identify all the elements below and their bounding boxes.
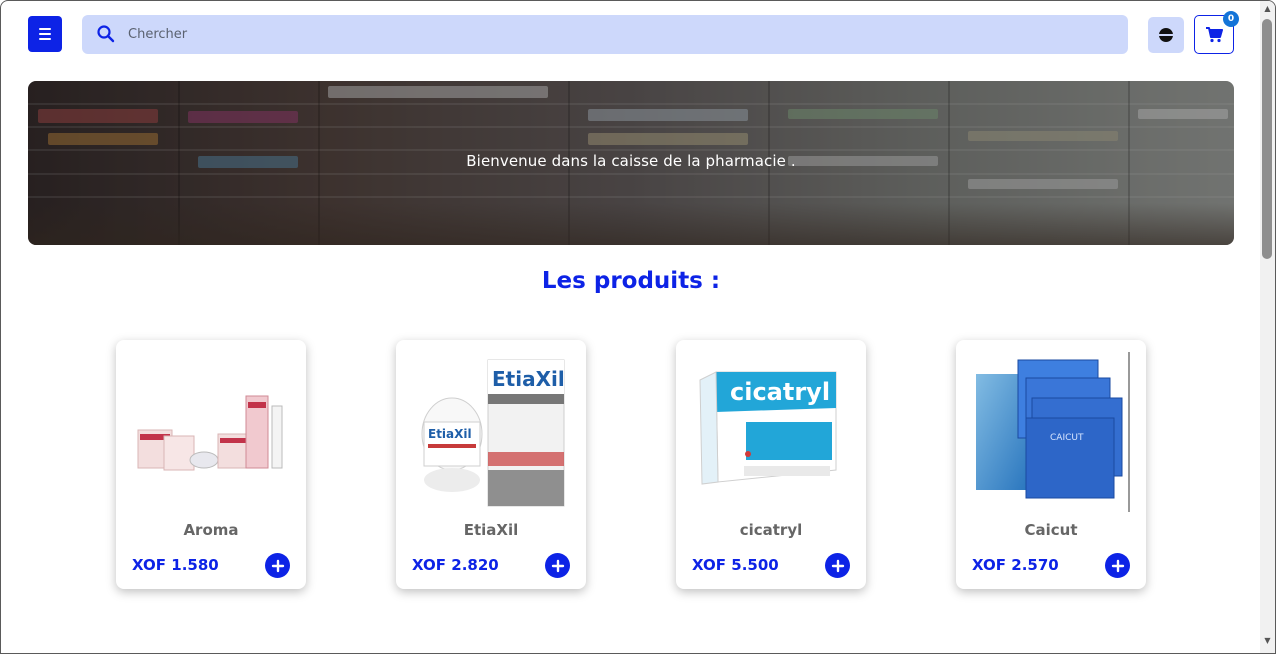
scroll-down-arrow-icon[interactable]: ▼ [1263,636,1272,645]
product-card[interactable]: Aroma XOF 1.580 [116,340,306,589]
search-input[interactable] [128,15,1108,54]
svg-text:EtiaXil: EtiaXil [428,427,472,441]
product-price: XOF 2.570 [972,556,1059,574]
cart-icon [1206,26,1223,42]
product-price: XOF 2.820 [412,556,499,574]
app-window: 0 Bienvenue dans la caisse de la pharmac… [0,0,1276,654]
add-to-cart-button[interactable] [545,553,570,578]
product-image-cicatryl: cicatryl [699,371,837,485]
search-bar [82,15,1128,54]
plus-icon [551,559,564,572]
product-image-caicut: CAICUT [976,352,1130,512]
banner-welcome-text: Bienvenue dans la caisse de la pharmacie… [466,152,796,170]
product-image-aroma [137,395,283,471]
add-to-cart-button[interactable] [265,553,290,578]
add-to-cart-button[interactable] [1105,553,1130,578]
svg-text:EtiaXil: EtiaXil [492,367,565,391]
products-section-title: Les produits : [541,268,721,294]
product-price: XOF 1.580 [132,556,219,574]
product-name: EtiaXil [463,521,519,539]
theme-toggle-icon [1159,28,1173,42]
product-image-etiaxil: EtiaXil EtiaXil [421,359,565,507]
svg-text:cicatryl: cicatryl [730,378,830,406]
product-name: cicatryl [739,521,803,539]
plus-icon [271,559,284,572]
hamburger-icon [39,28,51,30]
product-name: Aroma [183,521,239,539]
product-name: Caicut [1024,521,1078,539]
menu-button[interactable] [28,16,62,52]
plus-icon [831,559,844,572]
add-to-cart-button[interactable] [825,553,850,578]
product-price: XOF 5.500 [692,556,779,574]
search-icon [97,25,115,43]
product-card[interactable]: EtiaXil EtiaXil EtiaXil XOF 2.820 [396,340,586,589]
svg-text:CAICUT: CAICUT [1050,433,1084,443]
plus-icon [1111,559,1124,572]
welcome-banner: Bienvenue dans la caisse de la pharmacie… [28,81,1234,245]
cart-count-badge: 0 [1223,11,1239,27]
scroll-up-arrow-icon[interactable]: ▲ [1263,4,1272,13]
scrollbar-thumb[interactable] [1262,19,1272,259]
theme-toggle-button[interactable] [1148,17,1184,53]
product-card[interactable]: cicatryl cicatryl XOF 5.500 [676,340,866,589]
product-card[interactable]: CAICUT Caicut XOF 2.570 [956,340,1146,589]
